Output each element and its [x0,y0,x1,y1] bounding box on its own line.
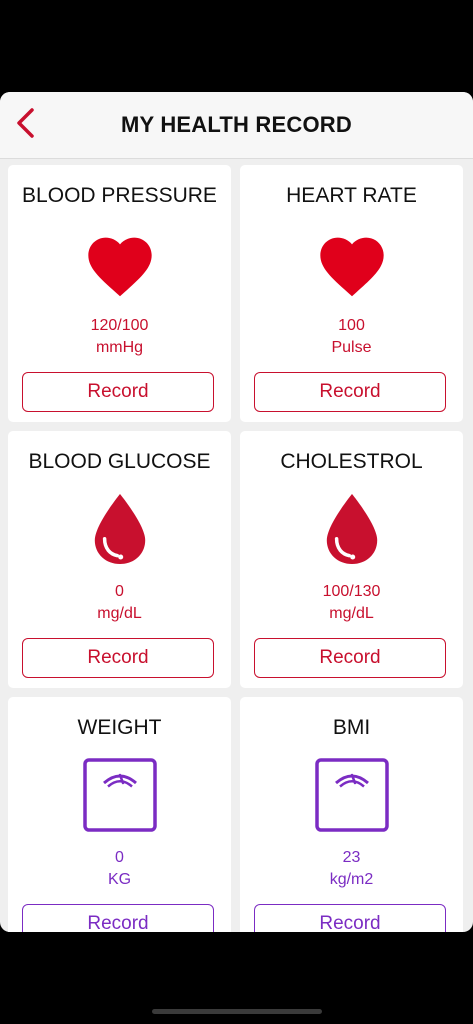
card-cholestrol[interactable]: CHOLESTROL 100/130 mg/dL Record [240,431,463,688]
record-button[interactable]: Record [254,638,446,678]
card-title: HEART RATE [286,184,417,207]
record-button[interactable]: Record [254,372,446,412]
blood-drop-icon [8,491,231,567]
scale-icon [240,757,463,833]
blood-drop-icon [240,491,463,567]
card-value: 23 [342,849,361,866]
record-button[interactable]: Record [22,638,214,678]
card-value: 120/100 [90,317,149,334]
app-screen: MY HEALTH RECORD BLOOD PRESSURE 120/100 … [0,92,473,932]
card-blood-pressure[interactable]: BLOOD PRESSURE 120/100 mmHg Record [8,165,231,422]
card-unit: mg/dL [329,605,374,622]
card-title: BLOOD GLUCOSE [28,450,211,473]
card-value: 0 [115,583,124,600]
record-button[interactable]: Record [254,904,446,932]
header-bar: MY HEALTH RECORD [0,92,473,159]
record-button[interactable]: Record [22,372,214,412]
card-title: CHOLESTROL [280,450,423,473]
card-title: BMI [332,716,371,739]
card-unit: Pulse [331,339,372,356]
scale-icon [8,757,231,833]
card-unit: mmHg [95,339,144,356]
card-value: 100/130 [322,583,381,600]
card-heart-rate[interactable]: HEART RATE 100 Pulse Record [240,165,463,422]
home-indicator[interactable] [152,1009,322,1014]
card-value: 100 [338,317,365,334]
card-weight[interactable]: WEIGHT 0 KG Record [8,697,231,932]
heart-icon [240,225,463,301]
card-unit: kg/m2 [329,871,374,888]
card-title: WEIGHT [77,716,162,739]
card-value: 0 [115,849,124,866]
card-blood-glucose[interactable]: BLOOD GLUCOSE 0 mg/dL Record [8,431,231,688]
card-title: BLOOD PRESSURE [22,184,217,207]
card-unit: mg/dL [97,605,142,622]
card-bmi[interactable]: BMI 23 kg/m2 Record [240,697,463,932]
heart-icon [8,225,231,301]
record-button[interactable]: Record [22,904,214,932]
page-title: MY HEALTH RECORD [121,112,352,137]
card-unit: KG [107,871,132,888]
